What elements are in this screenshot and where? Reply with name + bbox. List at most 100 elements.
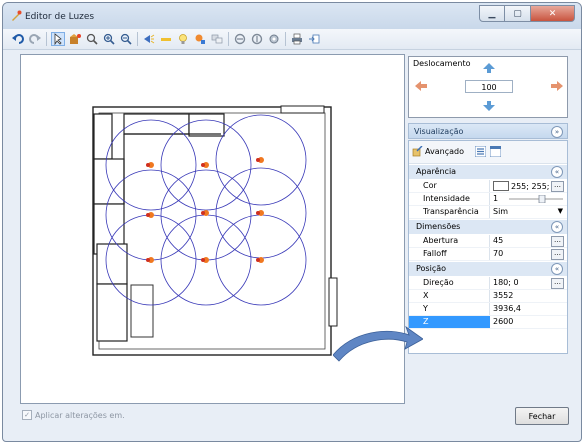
categorized-icon[interactable] [475,146,486,157]
collapse-chevron-icon[interactable]: « [551,221,563,233]
layers-button[interactable] [210,32,224,46]
property-row-y[interactable]: Y 3936,4 [409,303,567,316]
property-row-falloff[interactable]: Falloff 70 … [409,248,567,261]
property-name: Direção [423,278,454,287]
offset-label: Deslocamento [413,59,471,68]
layers-icon [211,34,223,44]
checkbox-box[interactable]: ✓ [22,410,32,420]
export-button[interactable] [307,32,321,46]
zoom-extents-icon [86,33,98,45]
visualization-header[interactable]: Visualização » [408,123,568,139]
intensity-slider[interactable] [509,195,563,203]
divider [489,277,490,289]
property-name: Y [423,304,428,313]
property-value[interactable]: 1 [493,194,498,203]
property-row-z[interactable]: Z 2600 [409,316,567,329]
category-label: Posição [416,264,447,273]
ungroup-button[interactable] [250,32,264,46]
inner-wall [98,112,326,350]
light-marker[interactable] [146,162,154,168]
property-name: Abertura [423,236,459,245]
minimize-button[interactable]: ▁ [479,5,505,22]
light-line-button[interactable] [159,32,173,46]
property-name: Intensidade [423,194,470,203]
zoom-in-icon [103,33,115,45]
property-row-direcao[interactable]: Direção 180; 0 … [409,277,567,290]
arrow-down-icon[interactable] [483,101,495,111]
toolbar-separator [46,32,47,46]
redo-button[interactable] [28,32,42,46]
arrow-up-icon[interactable] [483,63,495,73]
collapse-chevron-icon[interactable]: « [551,166,563,178]
settings-button[interactable] [267,32,281,46]
category-appearance[interactable]: Aparência « [409,165,567,179]
expand-chevron-icon[interactable]: » [551,126,563,138]
light-marker[interactable] [201,162,209,168]
property-value[interactable]: 255; 255; 255 [493,181,555,191]
light-marker[interactable] [201,257,209,263]
divider [489,206,490,218]
undo-button[interactable] [11,32,25,46]
property-name: Cor [423,181,437,190]
property-value[interactable]: Sim [493,207,508,216]
island-element [130,284,154,338]
toolbar-separator [228,32,229,46]
property-row-abertura[interactable]: Abertura 45 … [409,235,567,248]
property-value[interactable]: 3936,4 [493,304,521,313]
zoom-extents-button[interactable] [85,32,99,46]
color-light-button[interactable] [193,32,207,46]
divider [489,235,490,247]
property-row-transparencia[interactable]: Transparência Sim ▼ [409,206,567,219]
pointer-icon [54,33,62,45]
apply-changes-checkbox[interactable]: ✓ Aplicar alterações em. [22,410,125,420]
add-light-button[interactable] [68,32,82,46]
arrow-right-icon[interactable] [551,81,563,91]
light-marker[interactable] [146,212,154,218]
property-value[interactable]: 45 [493,236,503,245]
light-marker[interactable] [256,157,264,163]
category-label: Aparência [416,167,457,176]
close-window-button[interactable]: ✕ [531,5,575,22]
offset-panel: Deslocamento 100 [408,56,568,118]
property-value[interactable]: 2600 [490,316,567,328]
print-button[interactable] [290,32,304,46]
cabinet-element [93,113,113,160]
light-spot-button[interactable] [142,32,156,46]
apply-changes-label: Aplicar alterações em. [35,410,125,420]
property-value[interactable]: 70 [493,249,503,258]
bulb-button[interactable] [176,32,190,46]
maximize-button[interactable]: ▢ [505,5,531,22]
pointer-button[interactable] [51,32,65,46]
light-editor-window: Editor de Luzes ▁ ▢ ✕ Deslocamento 100 V… [2,2,582,442]
group-button[interactable] [233,32,247,46]
category-position[interactable]: Posição « [409,262,567,276]
add-light-icon [70,34,81,44]
offset-input[interactable]: 100 [465,80,513,93]
light-marker[interactable] [146,257,154,263]
ellipsis-button[interactable]: … [551,278,564,289]
property-value[interactable]: 3552 [493,291,513,300]
partition-wall [123,133,221,204]
property-row-intensidade[interactable]: Intensidade 1 [409,193,567,206]
export-icon [309,34,320,44]
category-dimensions[interactable]: Dimensões « [409,220,567,234]
property-name: Transparência [423,207,479,216]
dropdown-arrow-icon[interactable]: ▼ [558,207,563,215]
property-row-cor[interactable]: Cor 255; 255; 255 … [409,180,567,193]
window-title: Editor de Luzes [25,12,95,22]
ellipsis-button[interactable]: … [551,236,564,247]
zoom-out-button[interactable] [119,32,133,46]
property-value[interactable]: 180; 0 [493,278,519,287]
collapse-chevron-icon[interactable]: « [551,263,563,275]
redo-icon [29,34,41,44]
ellipsis-button[interactable]: … [551,181,564,192]
ellipsis-button[interactable]: … [551,249,564,260]
property-row-x[interactable]: X 3552 [409,290,567,303]
property-pages-icon[interactable] [490,146,501,157]
light-spot-icon [144,34,155,44]
arrow-left-icon[interactable] [415,81,427,91]
zoom-in-button[interactable] [102,32,116,46]
advanced-button[interactable]: Avançado [425,147,464,156]
close-button[interactable]: Fechar [515,407,569,425]
group-icon [234,33,246,45]
